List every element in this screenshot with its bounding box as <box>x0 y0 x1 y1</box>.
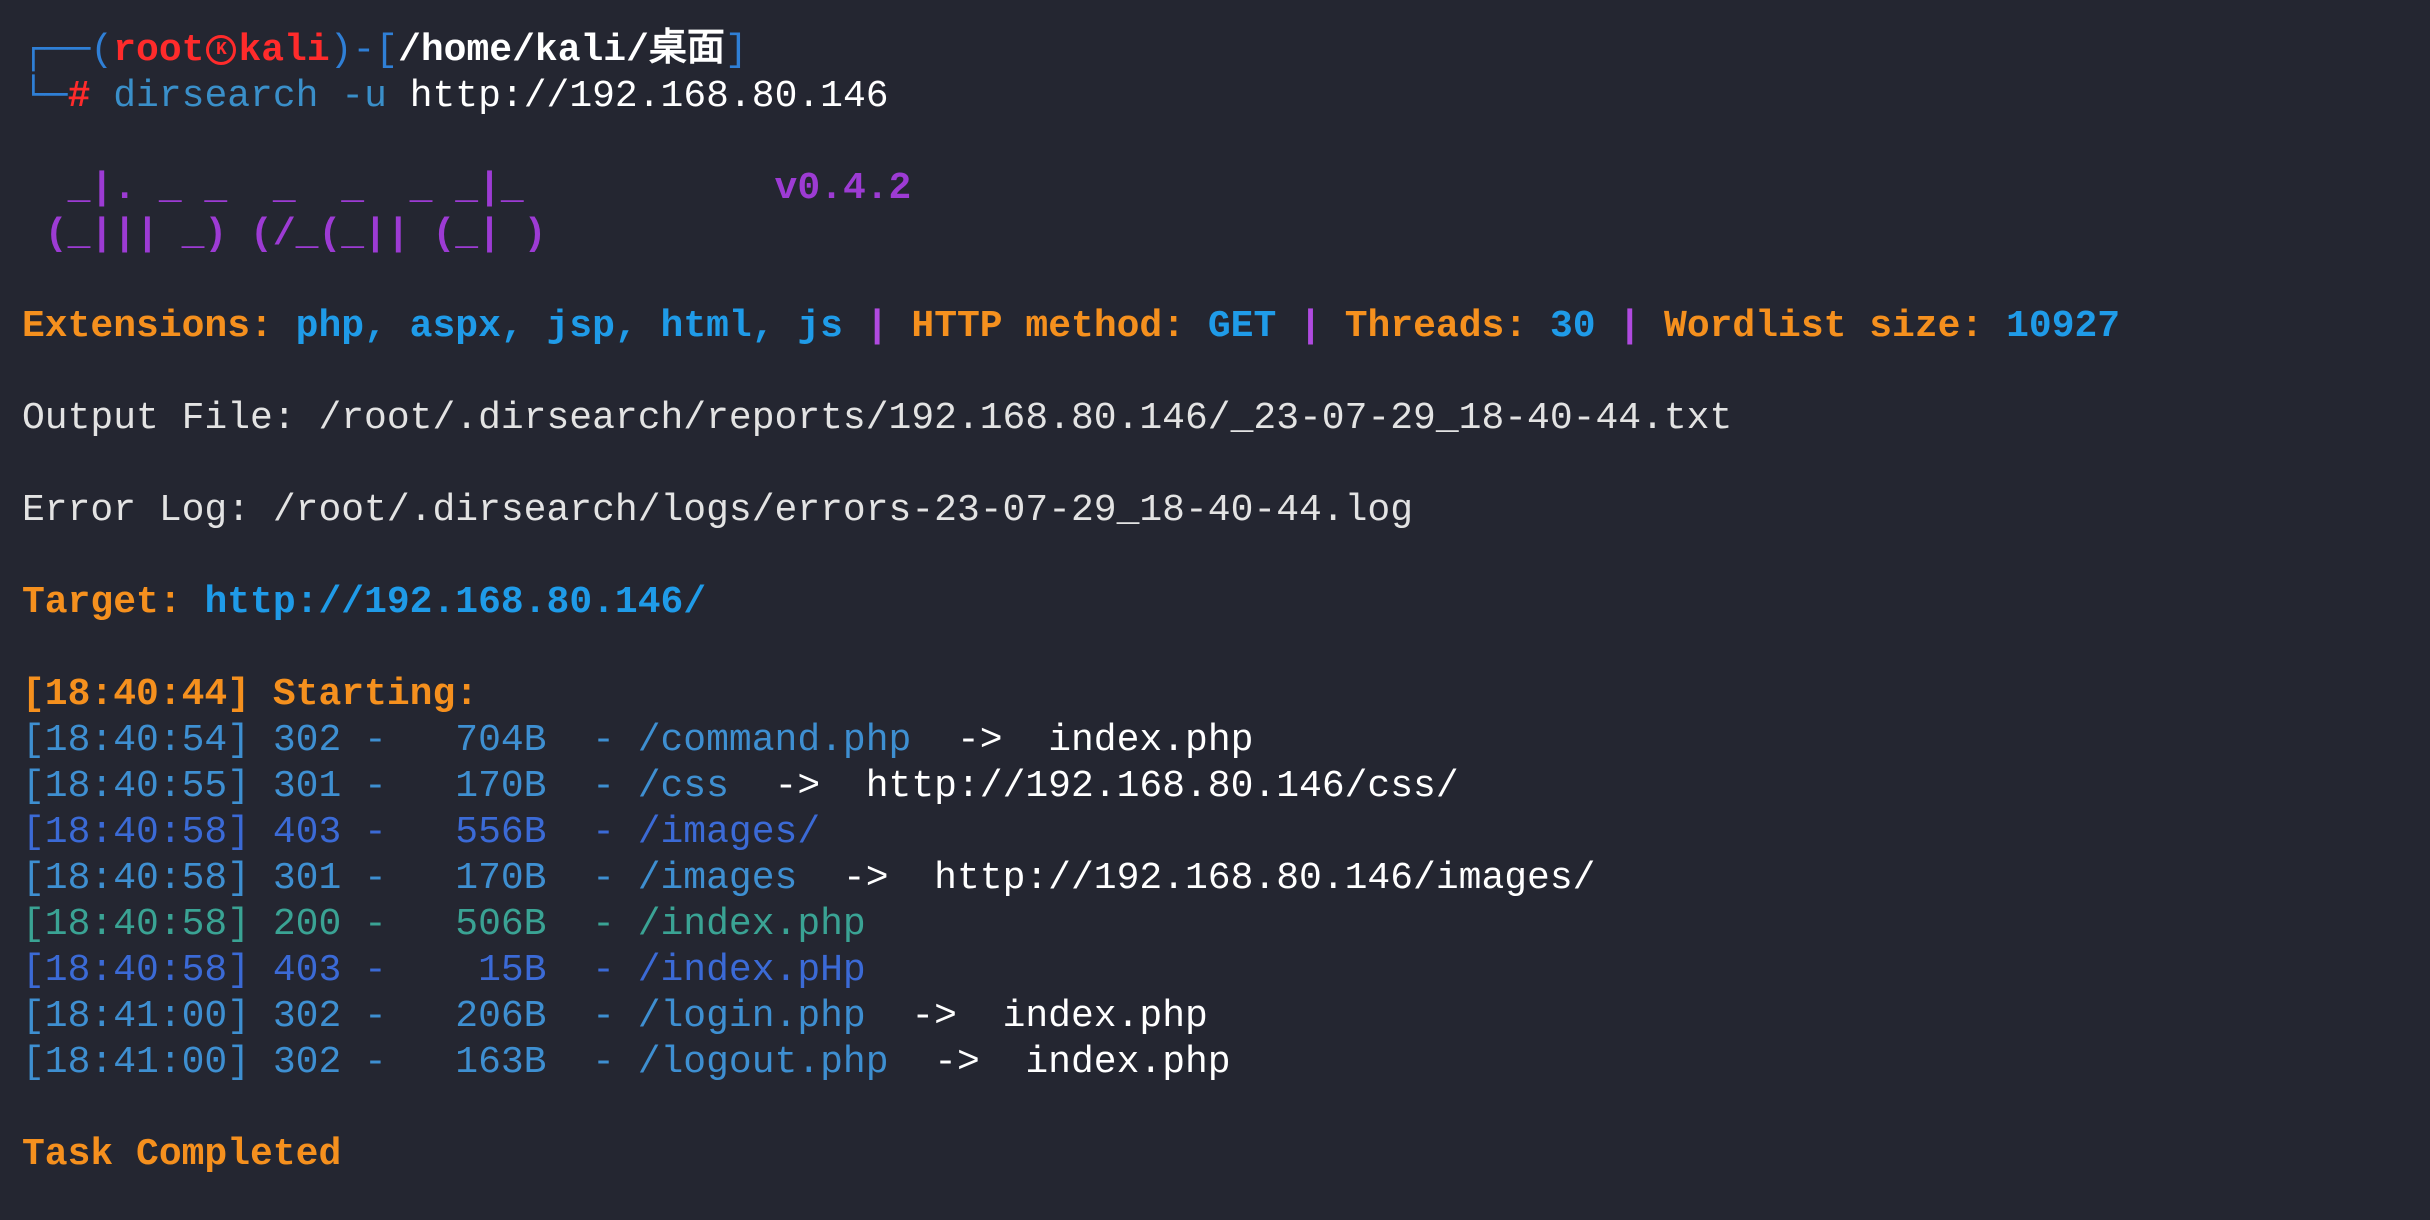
banner-art-line-1: _|. _ _ _ _ _ _|_ v0.4.2 <box>22 166 2430 212</box>
config-separator: | <box>1299 305 1322 348</box>
command-url: http://192.168.80.146 <box>409 75 889 118</box>
target-line: Target: http://192.168.80.146/ <box>22 580 2430 626</box>
result-row: [18:40:58] 403 - 15B - /index.pHp <box>22 948 2430 994</box>
banner-spacer <box>524 167 775 210</box>
task-completed-line: Task Completed <box>22 1133 342 1176</box>
target-label: Target: <box>22 581 182 624</box>
result-text: [18:40:58] 403 - 15B - /index.pHp <box>22 949 866 992</box>
wordlist-label: Wordlist size: <box>1664 305 1984 348</box>
result-text: [18:41:00] 302 - 206B - /login.php <box>22 995 866 1038</box>
banner-version: v0.4.2 <box>774 167 912 210</box>
result-text: [18:40:54] 302 - 704B - /command.php <box>22 719 912 762</box>
result-row: [18:40:55] 301 - 170B - /css -> http://1… <box>22 764 2430 810</box>
command-name: dirsearch <box>113 75 319 118</box>
banner-art-1: _|. _ _ _ _ _ _|_ <box>22 167 524 210</box>
result-text: [18:40:58] 301 - 170B - /images <box>22 857 798 900</box>
prompt-cwd: /home/kali/桌面 <box>398 29 725 72</box>
redirect-target: index.php <box>1048 719 1254 762</box>
terminal-window[interactable]: ┌──(root Kkali)-[/home/kali/桌面] └─# dirse… <box>0 0 2430 1220</box>
prompt-frame-bottom: └─ <box>22 75 68 118</box>
result-row: [18:40:58] 200 - 506B - /index.php <box>22 902 2430 948</box>
result-row: [18:41:00] 302 - 163B - /logout.php -> i… <box>22 1040 2430 1086</box>
result-text: [18:40:58] 403 - 556B - /images/ <box>22 811 821 854</box>
threads-label: Threads: <box>1344 305 1528 348</box>
config-separator: | <box>865 305 889 348</box>
prompt-frame-mid: )-[ <box>329 29 399 72</box>
redirect-arrow: -> <box>728 765 866 808</box>
prompt-frame: ┌──( <box>22 29 114 72</box>
redirect-target: index.php <box>1025 1041 1231 1084</box>
redirect-arrow: -> <box>911 719 1049 762</box>
method-label: HTTP method: <box>911 305 1186 348</box>
output-file-line: Output File: /root/.dirsearch/reports/19… <box>22 397 1733 440</box>
redirect-target: index.php <box>1002 995 1208 1038</box>
extensions-value: php, aspx, jsp, html, js <box>295 305 843 348</box>
prompt-hash: # <box>67 75 91 118</box>
result-text: [18:40:55] 301 - 170B - /css <box>22 765 729 808</box>
starting-line: [18:40:44] Starting: <box>22 672 2430 718</box>
command-line[interactable]: └─# dirsearch -u http://192.168.80.146 <box>22 74 2430 120</box>
extensions-label: Extensions: <box>22 305 273 348</box>
prompt-line: ┌──(root Kkali)-[/home/kali/桌面] <box>22 28 2430 74</box>
result-text: [18:40:58] 200 - 506B - /index.php <box>22 903 866 946</box>
redirect-arrow: -> <box>797 857 935 900</box>
redirect-target: http://192.168.80.146/css/ <box>865 765 1459 808</box>
starting-label: Starting: <box>272 673 479 716</box>
result-row: [18:40:58] 301 - 170B - /images -> http:… <box>22 856 2430 902</box>
method-value: GET <box>1207 305 1277 348</box>
error-log-line: Error Log: /root/.dirsearch/logs/errors-… <box>22 489 1414 532</box>
command-args: -u <box>341 75 387 118</box>
prompt-host: kali <box>238 29 330 72</box>
redirect-target: http://192.168.80.146/images/ <box>934 857 1596 900</box>
config-separator: | <box>1618 305 1642 348</box>
config-line: Extensions: php, aspx, jsp, html, js | H… <box>22 304 2430 350</box>
prompt-user: root <box>113 29 205 72</box>
starting-time: [18:40:44] <box>22 673 251 716</box>
banner-art-2: (_||| _) (/_(_|| (_| ) <box>22 213 547 256</box>
result-row: [18:41:00] 302 - 206B - /login.php -> in… <box>22 994 2430 1040</box>
result-row: [18:40:54] 302 - 704B - /command.php -> … <box>22 718 2430 764</box>
result-text: [18:41:00] 302 - 163B - /logout.php <box>22 1041 889 1084</box>
redirect-arrow: -> <box>865 995 1003 1038</box>
redirect-arrow: -> <box>888 1041 1026 1084</box>
wordlist-value: 10927 <box>2006 305 2121 348</box>
threads-value: 30 <box>1549 305 1596 348</box>
kali-dragon-icon: K <box>206 34 237 65</box>
target-url: http://192.168.80.146/ <box>204 581 707 624</box>
prompt-frame-end: ] <box>724 29 748 72</box>
banner-art-line-2: (_||| _) (/_(_|| (_| ) <box>22 212 2430 258</box>
result-row: [18:40:58] 403 - 556B - /images/ <box>22 810 2430 856</box>
